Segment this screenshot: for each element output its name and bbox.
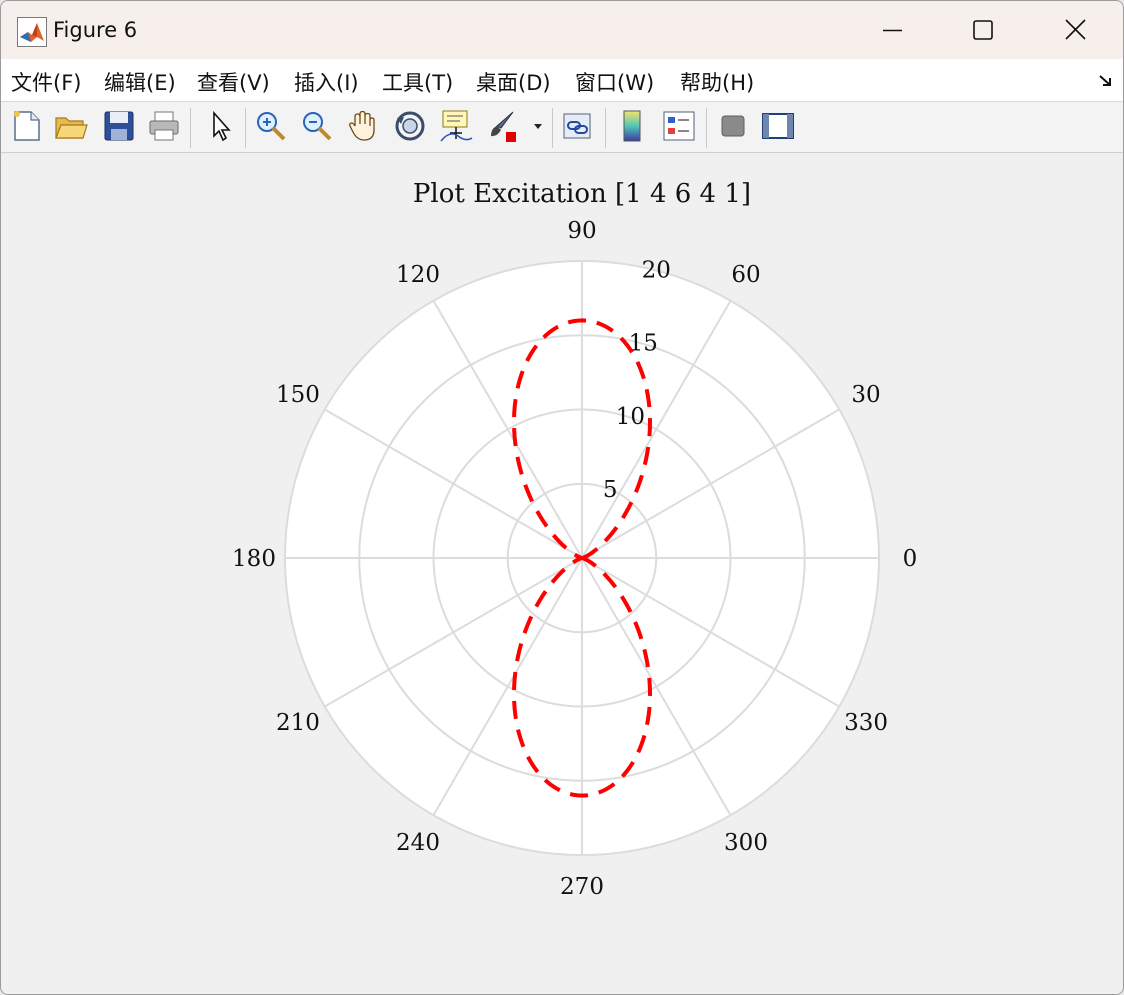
title-bar[interactable]: Figure 6 [1, 1, 1123, 59]
new-figure-icon [14, 111, 40, 141]
select-pointer-icon [213, 110, 231, 142]
theta-tick-label: 270 [560, 874, 604, 900]
menu-view[interactable]: 查看(V) [197, 67, 270, 97]
theta-tick-label: 60 [731, 262, 760, 288]
toolbar [1, 102, 1123, 153]
toolbar-separator [605, 108, 606, 148]
brush-dropdown-button[interactable] [529, 108, 547, 144]
hide-plot-tools-icon [721, 115, 745, 137]
theta-tick-label: 210 [276, 710, 320, 736]
rotate-3d-button[interactable] [392, 108, 428, 144]
link-plot-button[interactable] [560, 108, 596, 144]
colorbar-icon [623, 110, 641, 142]
menu-insert[interactable]: 插入(I) [294, 67, 359, 97]
menu-edit[interactable]: 编辑(E) [104, 67, 176, 97]
link-plot-icon [563, 113, 591, 139]
menu-tools[interactable]: 工具(T) [382, 67, 453, 97]
polar-axes[interactable]: Plot Excitation [1 4 6 4 1] 0 30 60 90 120 15… [1, 153, 1123, 994]
save-icon [104, 111, 134, 141]
save-button[interactable] [101, 108, 137, 144]
toolbar-separator [190, 108, 191, 148]
plot-title: Plot Excitation [1 4 6 4 1] [413, 179, 751, 209]
show-plot-tools-icon [762, 113, 794, 139]
hide-plot-tools-button[interactable] [715, 108, 751, 144]
minimize-icon [883, 29, 902, 32]
pan-hand-icon [349, 110, 375, 141]
theta-tick-label: 150 [276, 382, 320, 408]
r-tick-label: 20 [642, 258, 671, 284]
r-tick-label: 10 [616, 404, 645, 430]
toolbar-separator [552, 108, 553, 148]
theta-tick-label: 240 [396, 830, 440, 856]
window-title: Figure 6 [53, 18, 138, 42]
r-tick-label: 15 [629, 331, 658, 357]
zoom-in-button[interactable] [253, 108, 289, 144]
zoom-out-button[interactable] [299, 108, 335, 144]
data-cursor-button[interactable] [438, 108, 474, 144]
maximize-icon [973, 20, 993, 40]
menu-window[interactable]: 窗口(W) [575, 67, 654, 97]
figure-window: Figure 6 文件(F) 编辑(E) 查看(V) 插入(I) 工具(T) 桌… [0, 0, 1124, 995]
data-cursor-icon [440, 110, 473, 142]
close-icon [1065, 19, 1086, 40]
theta-tick-label: 0 [903, 546, 918, 572]
theta-tick-label: 120 [396, 262, 440, 288]
brush-button[interactable] [485, 108, 521, 144]
minimize-button[interactable] [846, 1, 939, 59]
open-file-icon [55, 117, 88, 139]
new-figure-button[interactable] [9, 108, 45, 144]
menu-desktop[interactable]: 桌面(D) [476, 67, 551, 97]
theta-tick-label: 30 [851, 382, 880, 408]
toolbar-separator [245, 108, 246, 148]
insert-colorbar-button[interactable] [615, 108, 651, 144]
menu-help[interactable]: 帮助(H) [680, 67, 754, 97]
theta-tick-label: 180 [232, 546, 276, 572]
brush-dropdown-icon [534, 124, 542, 129]
dock-arrow-icon[interactable] [1097, 72, 1115, 90]
figure-canvas[interactable]: Plot Excitation [1 4 6 4 1] 0 30 60 90 120 15… [1, 153, 1123, 994]
theta-tick-label: 90 [567, 218, 596, 244]
insert-legend-button[interactable] [661, 108, 697, 144]
open-file-button[interactable] [53, 108, 89, 144]
zoom-out-icon [303, 112, 332, 141]
brush-icon [491, 111, 516, 142]
legend-icon [663, 111, 695, 141]
rotate-3d-icon [395, 111, 425, 141]
select-pointer-button[interactable] [203, 108, 239, 144]
zoom-in-icon [257, 112, 286, 141]
toolbar-separator [706, 108, 707, 148]
maximize-button[interactable] [939, 1, 1032, 59]
close-button[interactable] [1030, 1, 1123, 59]
pan-button[interactable] [345, 108, 381, 144]
matlab-logo-icon [17, 17, 47, 47]
theta-tick-label: 330 [844, 710, 888, 736]
theta-tick-label: 300 [724, 830, 768, 856]
r-tick-label: 5 [603, 477, 618, 503]
print-icon [149, 111, 179, 141]
menu-file[interactable]: 文件(F) [11, 67, 81, 97]
menu-bar: 文件(F) 编辑(E) 查看(V) 插入(I) 工具(T) 桌面(D) 窗口(W… [1, 59, 1123, 102]
show-plot-tools-button[interactable] [759, 108, 795, 144]
print-button[interactable] [146, 108, 182, 144]
